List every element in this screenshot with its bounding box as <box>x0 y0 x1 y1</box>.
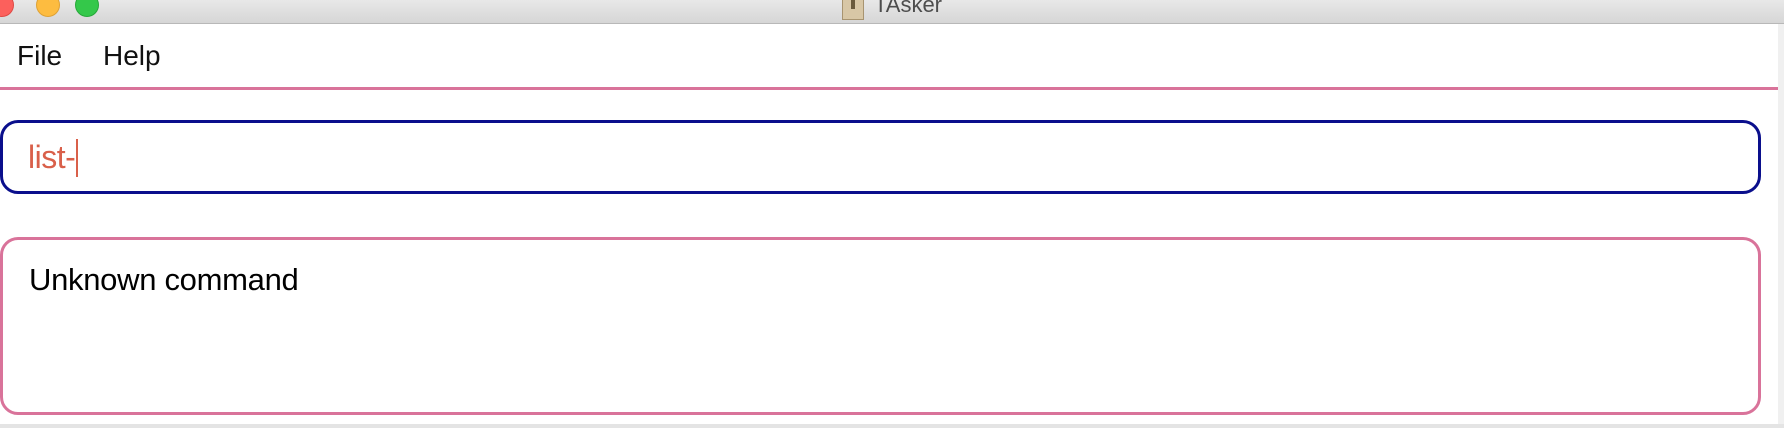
command-box[interactable]: list- <box>0 120 1761 194</box>
document-icon <box>841 0 864 21</box>
window-edge <box>1778 24 1784 428</box>
window-title-container: TAsker <box>0 0 1784 21</box>
text-caret <box>76 138 79 177</box>
result-message: Unknown command <box>29 262 299 297</box>
menu-file[interactable]: File <box>11 36 68 76</box>
command-input[interactable]: list- <box>28 135 79 179</box>
command-input-text: list- <box>28 139 76 175</box>
result-display: Unknown command <box>0 237 1761 415</box>
menu-help[interactable]: Help <box>97 36 167 76</box>
menu-bar: File Help <box>0 24 1784 90</box>
title-bar[interactable]: TAsker <box>0 0 1784 24</box>
status-strip <box>0 424 1784 428</box>
window-title: TAsker <box>873 0 943 18</box>
app-window: TAsker File Help list- Unknown command <box>0 0 1784 428</box>
